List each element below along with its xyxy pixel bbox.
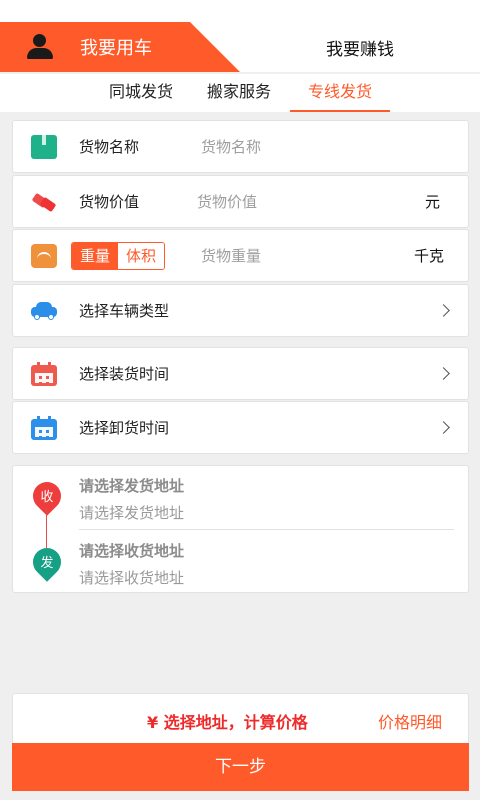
car-icon (31, 299, 57, 323)
tab-line-delivery[interactable]: 专线发货 (290, 74, 390, 112)
pickup-pin-label: 收 (40, 490, 54, 505)
chevron-right-icon (437, 421, 450, 434)
dropoff-pin-icon: 发 (27, 542, 67, 582)
goods-value-label: 货物价值 (79, 193, 140, 211)
calendar-icon (31, 415, 57, 440)
load-time-label: 选择装货时间 (79, 365, 170, 383)
goods-name-row[interactable]: 货物名称 货物名称 (12, 120, 469, 173)
user-icon (26, 33, 54, 61)
pickup-address-title[interactable]: 请选择发货地址 (79, 475, 184, 496)
divider (79, 529, 454, 530)
goods-weight-input[interactable]: 货物重量 (201, 245, 261, 266)
chevron-right-icon (437, 367, 450, 380)
dropoff-address-input[interactable]: 请选择收货地址 (79, 567, 184, 588)
vehicle-type-label: 选择车辆类型 (79, 302, 170, 320)
goods-value-unit: 元 (424, 193, 440, 211)
toggle-volume[interactable]: 体积 (118, 243, 164, 269)
pickup-address-input[interactable]: 请选择发货地址 (79, 502, 184, 523)
load-time-row[interactable]: 选择装货时间 (12, 347, 469, 400)
calendar-icon (31, 361, 57, 386)
weight-icon (31, 243, 57, 268)
tab-local-delivery[interactable]: 同城发货 (98, 74, 184, 112)
pickup-pin-icon: 收 (27, 476, 67, 516)
price-prompt: ¥ 选择地址，计算价格 (147, 713, 308, 732)
goods-name-label: 货物名称 (79, 138, 140, 156)
weight-volume-toggle[interactable]: 重量 体积 (71, 242, 165, 270)
vehicle-type-row[interactable]: 选择车辆类型 (12, 284, 469, 337)
role-tab-user[interactable]: 我要用车 (0, 22, 240, 72)
toggle-weight[interactable]: 重量 (72, 243, 118, 269)
goods-weight-row[interactable]: 重量 体积 货物重量 千克 (12, 229, 469, 282)
box-icon (31, 134, 57, 159)
goods-value-input[interactable]: 货物价值 (197, 191, 257, 212)
dropoff-address-title[interactable]: 请选择收货地址 (79, 540, 184, 561)
unload-time-row[interactable]: 选择卸货时间 (12, 401, 469, 454)
tab-moving-service[interactable]: 搬家服务 (196, 74, 282, 112)
goods-value-row[interactable]: 货物价值 货物价值 元 (12, 175, 469, 228)
price-bar: ¥ 选择地址，计算价格 价格明细 (12, 693, 469, 743)
role-bar: 我要用车 我要赚钱 (0, 0, 480, 72)
next-step-button[interactable]: 下一步 (12, 743, 469, 791)
price-tag-icon (31, 190, 57, 214)
address-card: 收 发 请选择发货地址 请选择发货地址 请选择收货地址 请选择收货地址 (12, 465, 469, 593)
role-tab-user-label: 我要用车 (80, 38, 152, 59)
dropoff-pin-label: 发 (40, 556, 54, 571)
price-detail-link[interactable]: 价格明细 (378, 709, 442, 733)
chevron-right-icon (437, 304, 450, 317)
service-tabs: 同城发货 搬家服务 专线发货 (0, 74, 480, 112)
goods-name-input[interactable]: 货物名称 (201, 136, 261, 157)
goods-weight-unit: 千克 (413, 247, 444, 265)
role-tab-driver[interactable]: 我要赚钱 (240, 22, 480, 72)
unload-time-label: 选择卸货时间 (79, 419, 170, 437)
